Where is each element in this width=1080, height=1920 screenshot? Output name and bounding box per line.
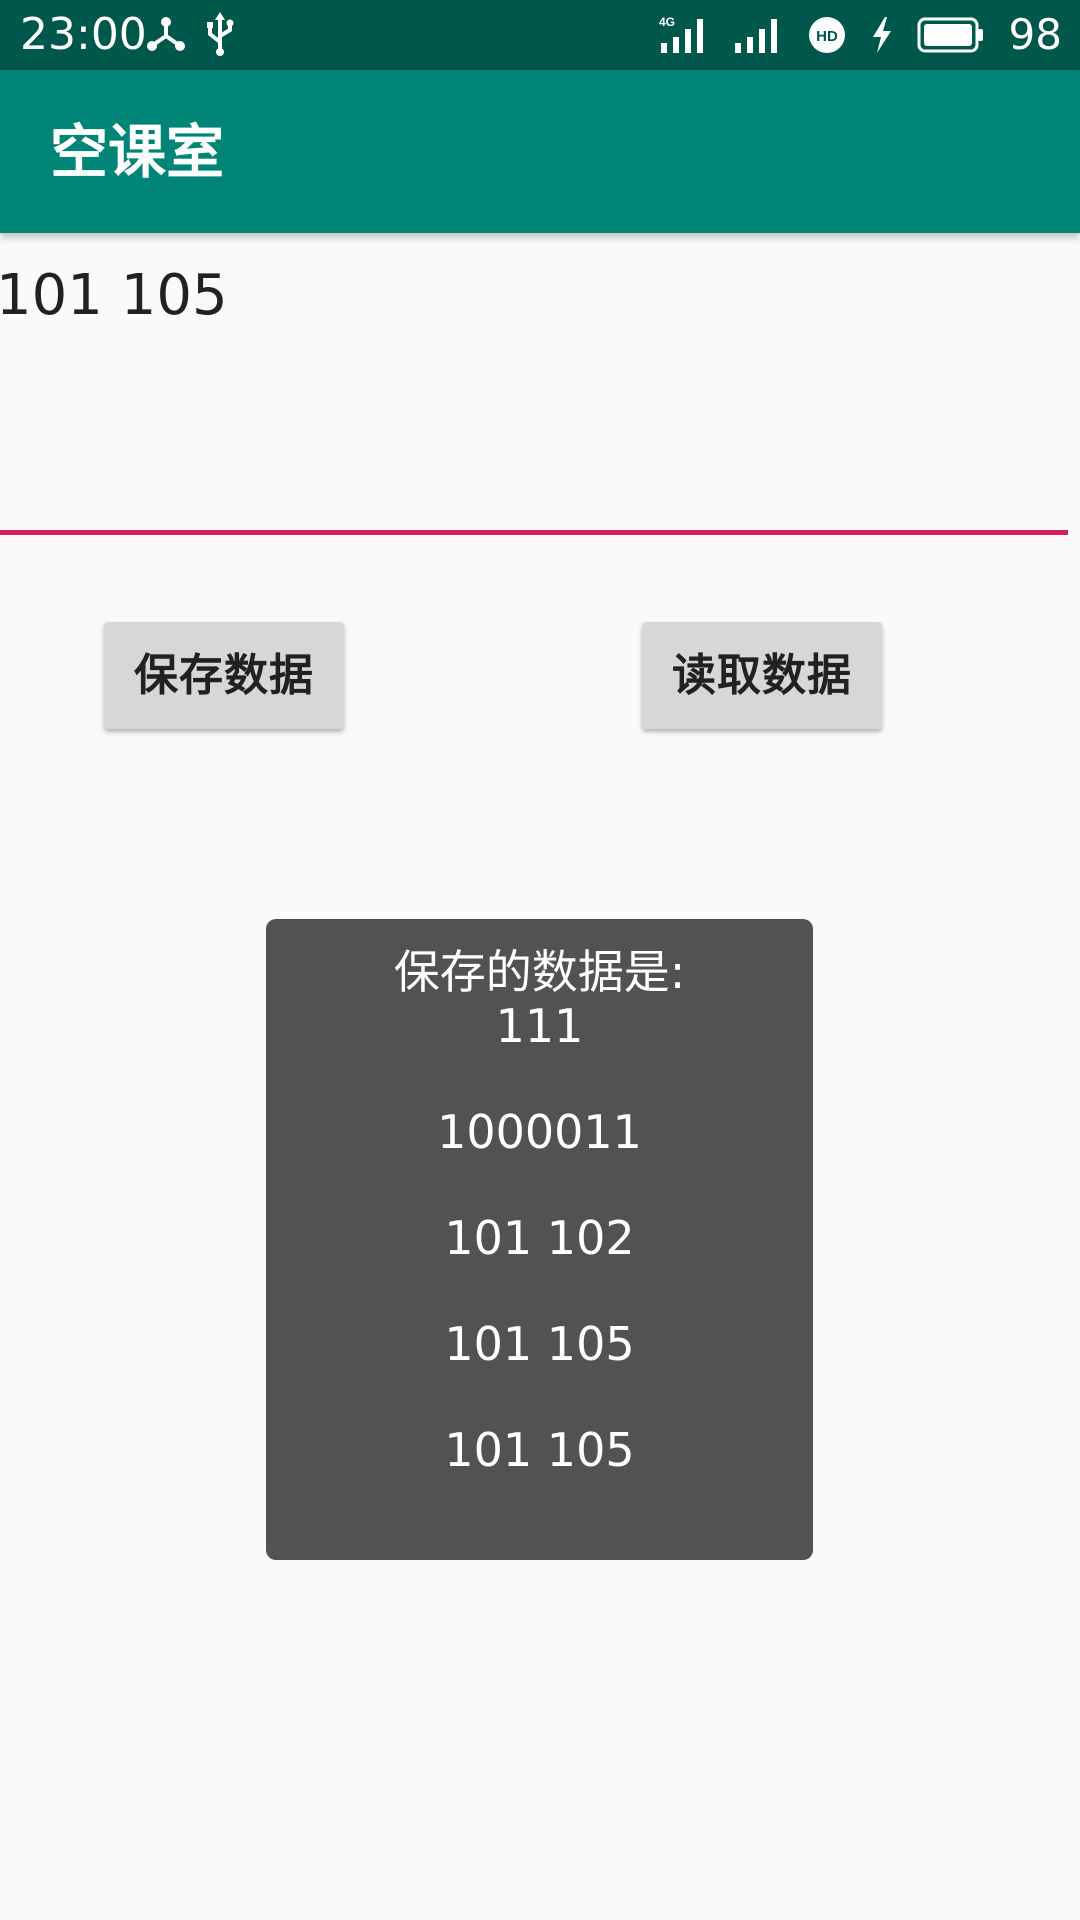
app-bar: 空课室 <box>0 70 1080 233</box>
usb-share-icon <box>146 14 186 54</box>
classroom-input-value[interactable]: 101 105 <box>0 262 228 330</box>
toast-line: 101 102 <box>444 1211 635 1265</box>
toast-line: 1000011 <box>437 1105 642 1159</box>
toast-line: 101 105 <box>444 1423 635 1477</box>
status-left-icons <box>146 12 234 56</box>
charging-icon <box>871 17 893 53</box>
status-right-icons: 4G HD 98 <box>659 8 1062 62</box>
battery-level: 98 <box>1008 10 1062 59</box>
battery-icon <box>917 17 985 53</box>
read-data-button[interactable]: 读取数据 <box>642 622 882 729</box>
toast-header: 保存的数据是: <box>393 945 686 999</box>
status-time: 23:00 <box>20 9 147 60</box>
svg-text:4G: 4G <box>659 15 675 29</box>
hd-icon: HD <box>807 15 847 55</box>
usb-icon <box>206 12 234 56</box>
screen: 23:00 4G HD 98 空课室 101 105 保存数据 读取数据 保存的… <box>0 0 1080 1920</box>
toast-line: 101 105 <box>444 1317 635 1371</box>
toast-message: 保存的数据是: 111 1000011 101 102 101 105 101 … <box>266 919 813 1560</box>
input-underline <box>0 530 1068 535</box>
signal-4g-icon: 4G <box>659 15 709 55</box>
toast-line: 111 <box>495 999 584 1053</box>
classroom-input[interactable]: 101 105 <box>0 262 1068 535</box>
status-bar: 23:00 4G HD 98 <box>0 0 1080 70</box>
save-data-button[interactable]: 保存数据 <box>104 622 344 729</box>
svg-text:HD: HD <box>816 28 838 45</box>
app-title: 空课室 <box>50 118 225 186</box>
signal-icon <box>733 15 783 55</box>
